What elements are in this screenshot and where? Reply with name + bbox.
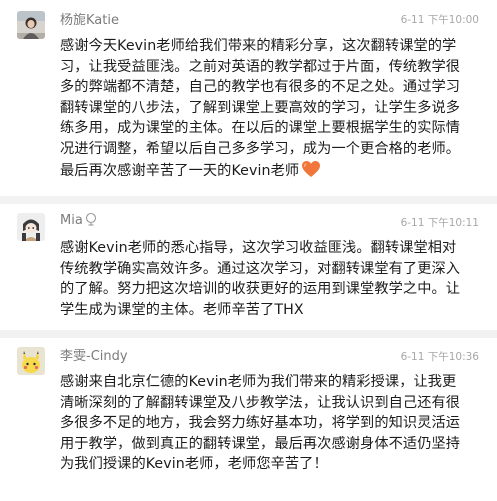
commenter-name-text: Mia	[60, 213, 83, 228]
comment-line: 翻转课堂的八步法，了解到课堂上要高效的学习，让学生多说多	[60, 99, 461, 116]
comment-item: Mia 6-11 下午10:11 感谢Kevin老师的悉心指导，这次学习收益匪浅…	[0, 204, 497, 330]
comment-text: 感谢Kevin老师的悉心指导，这次学习收益匪浅。翻转课堂相对 传统教学确实高效许…	[60, 238, 480, 320]
comment-line: 传统教学确实高效许多。通过这次学习，对翻转课堂有了更深入	[60, 260, 461, 277]
comment-line: 练多用，成为课堂的主体。在以后的课堂上要根据学生的实际情	[60, 120, 461, 137]
comment-item: 李雯-Cindy 6-11 下午10:36 感谢来自北京仁德的Kevin老师为我…	[0, 338, 497, 501]
comment-line-text: 最后再次感谢辛苦了一天的Kevin老师	[60, 162, 300, 179]
comment-line: 为我们授课的Kevin老师，老师您辛苦了！	[60, 456, 328, 473]
comment-line: 清晰深刻的了解翻转课堂及八步教学法，让我认识到自己还有很	[60, 394, 461, 411]
comment-line: 况进行调整，希望以后自己多多学习，成为一个更合格的老师。	[60, 140, 461, 157]
comment-text: 感谢今天Kevin老师给我们带来的精彩分享，这次翻转课堂的学 习，让我受益匪浅。…	[60, 36, 480, 184]
comment-line: 用于教学，做到真正的翻转课堂，最后再次感谢身体不适仍坚持	[60, 435, 461, 452]
comment-time: 6-11 下午10:36	[400, 351, 479, 363]
comment-line: 习，让我受益匪浅。之前对英语的教学都过于片面，传统教学很	[60, 58, 461, 75]
comment-line: 多很多不足的地方，我会努力练好基本功，将学到的知识灵活运	[60, 415, 461, 432]
avatar-image-icon	[17, 347, 45, 375]
comment-time: 6-11 下午10:11	[400, 217, 479, 229]
orange-heart-icon	[301, 160, 321, 185]
commenter-name[interactable]: Mia	[60, 212, 97, 230]
avatar[interactable]	[17, 11, 45, 39]
voice-icon	[85, 212, 97, 230]
avatar-image-icon	[17, 11, 45, 39]
comment-line: 感谢Kevin老师的悉心指导，这次学习收益匪浅。翻转课堂相对	[60, 240, 457, 256]
comment-line-last: 最后再次感谢辛苦了一天的Kevin老师	[60, 160, 480, 185]
comment-line: 感谢来自北京仁德的Kevin老师为我们带来的精彩授课，让我更	[60, 374, 457, 390]
comment-divider	[0, 330, 497, 338]
comment-line: 多的弊端都不清楚，自己的教学也有很多的不足之处。通过学习	[60, 79, 461, 96]
avatar[interactable]	[17, 347, 45, 375]
comment-line: 的了解。努力把这次培训的收获更好的运用到课堂教学之中。让	[60, 281, 461, 298]
comment-text: 感谢来自北京仁德的Kevin老师为我们带来的精彩授课，让我更 清晰深刻的了解翻转…	[60, 372, 480, 475]
comment-feed: 杨旎Katie 6-11 下午10:00 感谢今天Kevin老师给我们带来的精彩…	[0, 0, 497, 501]
comment-line: 学生成为课堂的主体。老师辛苦了THX	[60, 301, 304, 318]
comment-line: 感谢今天Kevin老师给我们带来的精彩分享，这次翻转课堂的学	[60, 38, 457, 54]
comment-time: 6-11 下午10:00	[400, 14, 479, 26]
comment-item: 杨旎Katie 6-11 下午10:00 感谢今天Kevin老师给我们带来的精彩…	[0, 0, 497, 196]
commenter-name[interactable]: 李雯-Cindy	[60, 345, 128, 364]
avatar-image-icon	[17, 213, 45, 241]
avatar[interactable]	[17, 213, 45, 241]
comment-divider	[0, 196, 497, 204]
commenter-name[interactable]: 杨旎Katie	[60, 9, 119, 28]
